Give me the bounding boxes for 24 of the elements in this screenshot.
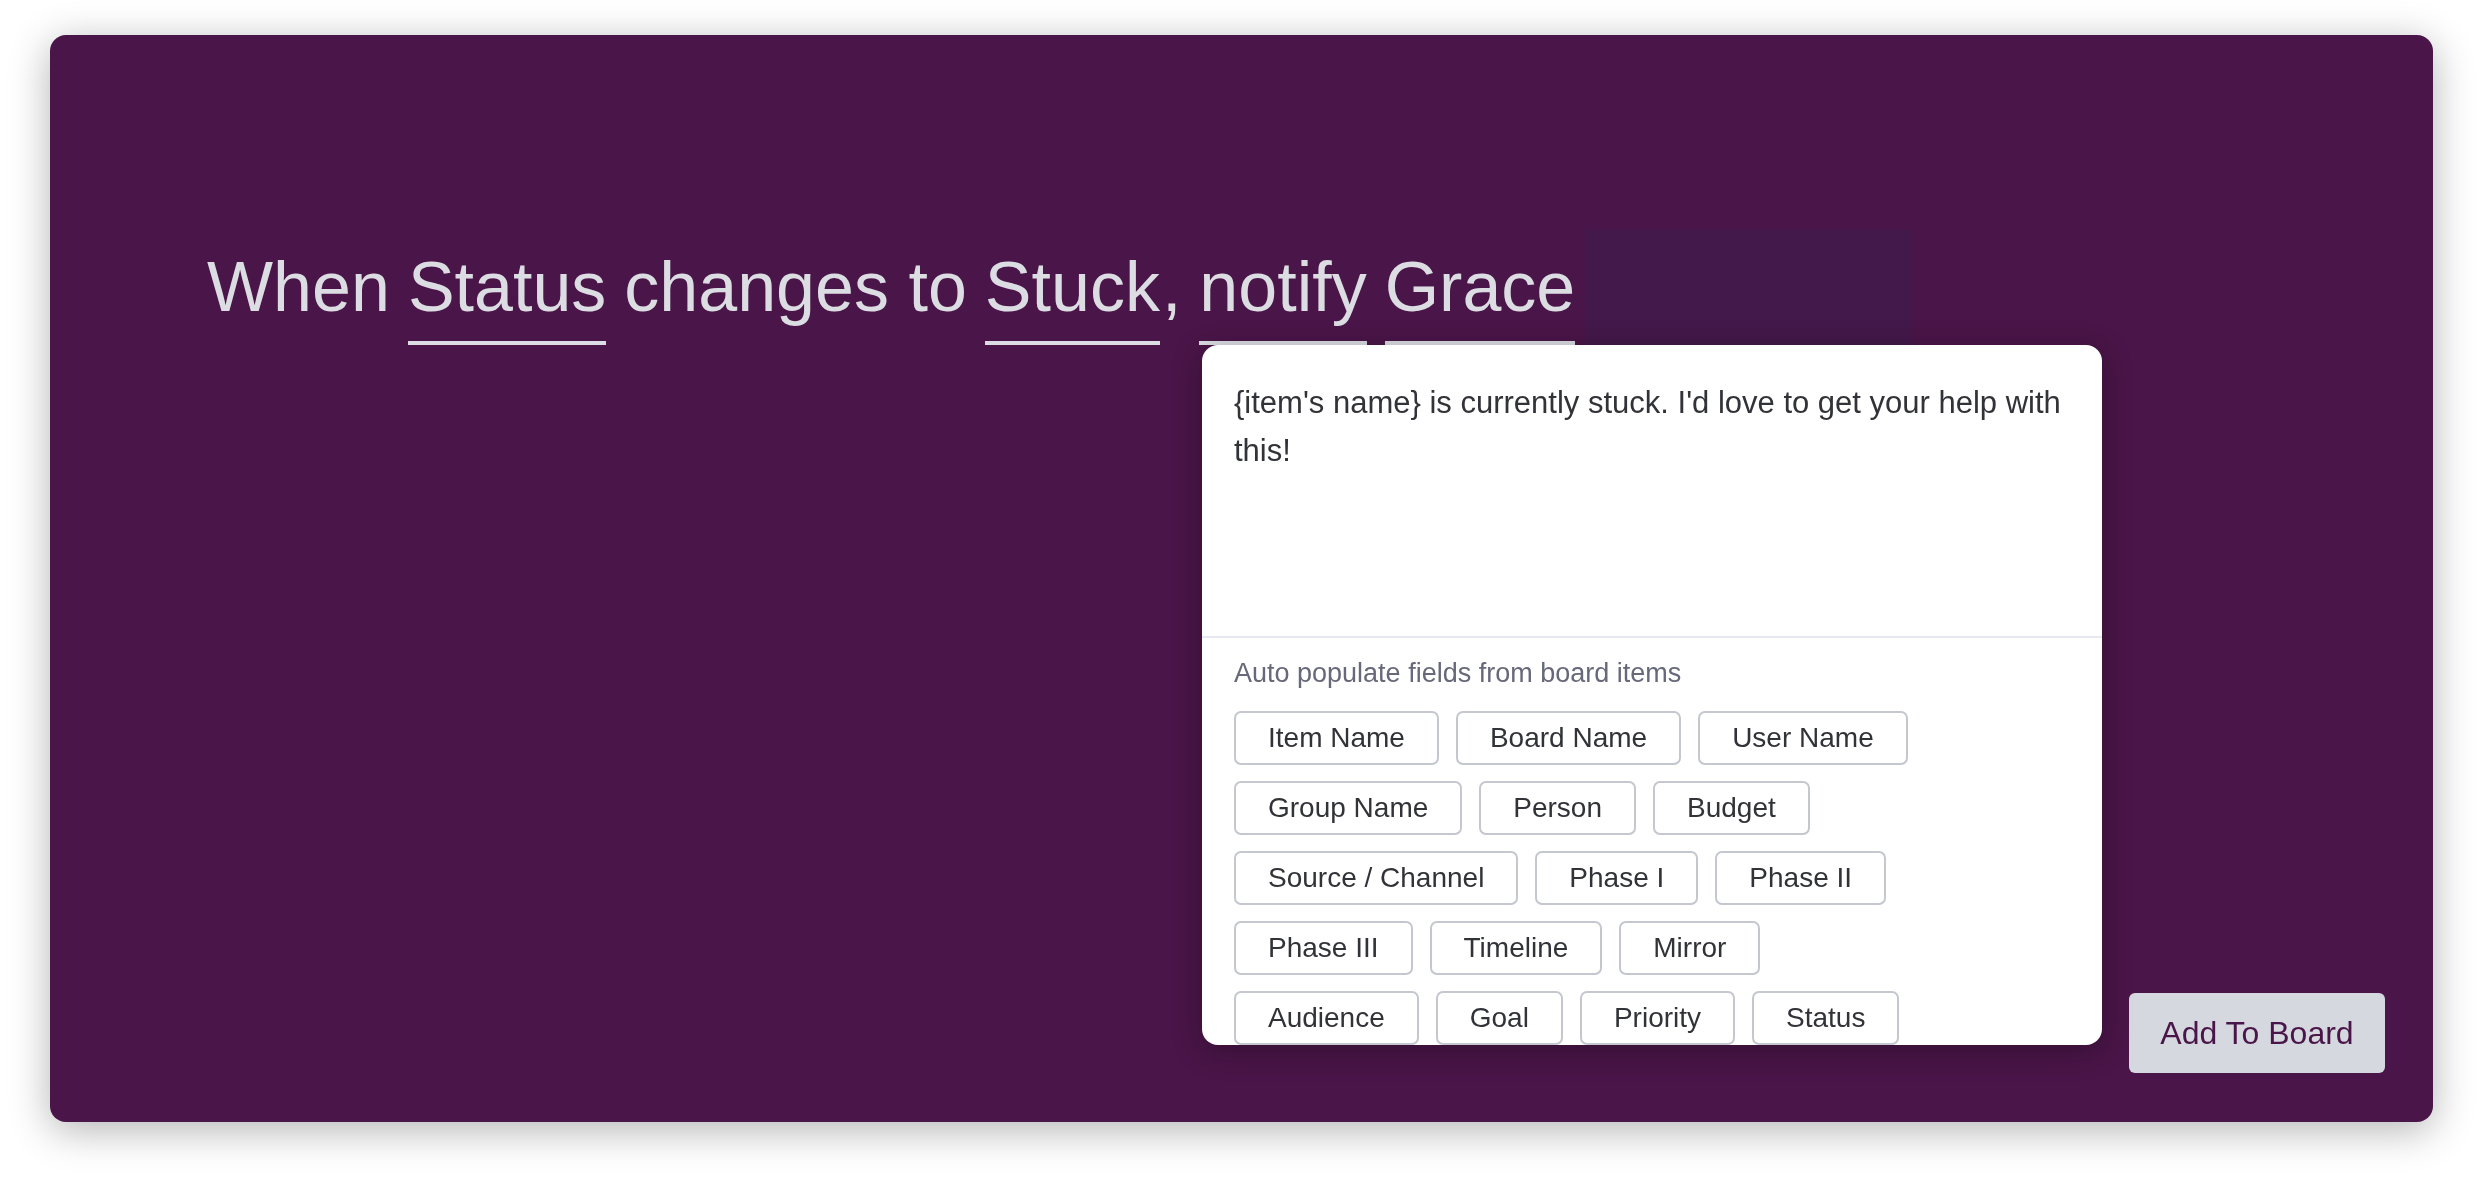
sentence-text: changes to xyxy=(624,247,967,328)
fields-label: Auto populate fields from board items xyxy=(1234,658,1683,689)
sentence-text: , xyxy=(1161,247,1182,328)
field-chip[interactable]: Timeline xyxy=(1429,921,1603,975)
field-chip[interactable]: Group Name xyxy=(1234,781,1463,835)
field-chip[interactable]: Budget xyxy=(1653,781,1810,835)
field-chip[interactable]: Item Name xyxy=(1234,711,1439,765)
field-chip[interactable]: Audience xyxy=(1234,991,1419,1045)
field-chip[interactable]: Goal xyxy=(1435,991,1563,1045)
field-chip[interactable]: Mirror xyxy=(1619,921,1761,975)
sentence-text: When xyxy=(207,247,390,328)
field-chip[interactable]: Phase III xyxy=(1234,921,1413,975)
add-to-board-button[interactable]: Add To Board xyxy=(2129,993,2385,1073)
sentence-field-link[interactable]: Stuck xyxy=(984,247,1160,345)
field-chip[interactable]: Source / Channel xyxy=(1234,851,1519,905)
field-chip[interactable]: Board Name xyxy=(1455,711,1682,765)
field-chip[interactable]: Person xyxy=(1479,781,1636,835)
field-chip[interactable]: Phase II xyxy=(1715,851,1887,905)
field-chip[interactable]: Phase I xyxy=(1535,851,1699,905)
message-field[interactable]: {item's name} is currently stuck. I'd love to get your help with this! xyxy=(1202,345,2102,638)
field-chip[interactable]: Priority xyxy=(1579,991,1736,1045)
field-chip[interactable]: Status xyxy=(1752,991,1900,1045)
field-chip[interactable]: User Name xyxy=(1698,711,1908,765)
sentence-field-link[interactable]: Status xyxy=(407,247,607,345)
